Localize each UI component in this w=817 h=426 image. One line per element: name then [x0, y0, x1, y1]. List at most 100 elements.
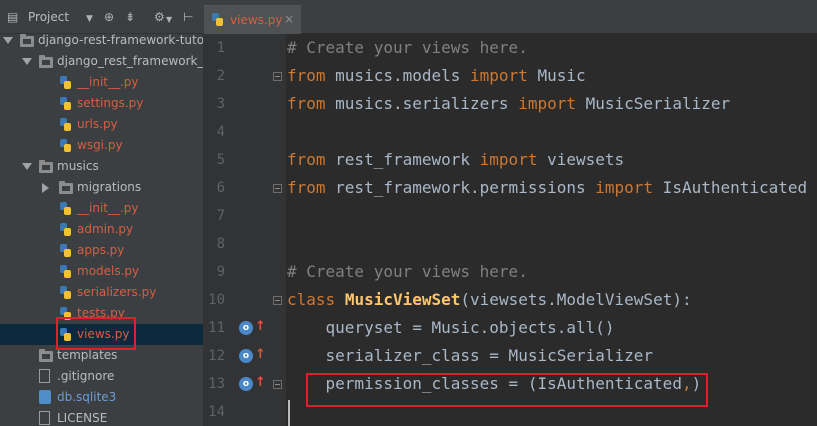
code-token: from — [287, 94, 326, 113]
collapse-arrow-icon[interactable] — [42, 183, 49, 193]
project-view-title[interactable]: Project — [28, 9, 69, 25]
code-line[interactable]: from rest_framework import viewsets — [287, 146, 624, 174]
tree-item-label: migrations — [77, 180, 142, 194]
tree-item-label: urls.py — [77, 117, 118, 131]
python-file-icon — [59, 243, 72, 258]
project-panel: ▤ Project ▼ ⊕ ⇟ ⚙ ▼ ⊢ django-rest-framew… — [0, 0, 203, 426]
tree-item-init-py[interactable]: __init__.py — [0, 198, 203, 219]
line-number: 6 — [216, 180, 225, 196]
python-file-icon — [59, 117, 72, 132]
database-file-icon — [39, 390, 51, 404]
code-line[interactable]: from rest_framework.permissions import I… — [287, 174, 807, 202]
code-line[interactable]: serializer_class = MusicSerializer — [287, 342, 654, 370]
tree-item-musics[interactable]: musics — [0, 156, 203, 177]
project-toolbar: ▤ Project ▼ ⊕ ⇟ ⚙ ▼ ⊢ — [0, 0, 203, 34]
fold-marker-icon[interactable] — [273, 296, 282, 305]
code-line[interactable]: queryset = Music.objects.all() — [287, 314, 615, 342]
code-token: Music — [527, 66, 586, 85]
code-token: viewsets — [537, 150, 625, 169]
override-arrow-icon[interactable]: ↑ — [255, 348, 266, 362]
tree-item-admin-py[interactable]: admin.py — [0, 219, 203, 240]
python-file-icon — [59, 264, 72, 279]
tree-item-gitignore[interactable]: .gitignore — [0, 366, 203, 387]
tree-item-label: serializers.py — [77, 285, 157, 299]
code-token: MusicSerializer — [575, 94, 731, 113]
tree-item-license[interactable]: LICENSE — [0, 408, 203, 426]
code-token: import — [470, 66, 528, 85]
fold-marker-icon[interactable] — [273, 184, 282, 193]
code-editor[interactable]: # Create your views here. from musics.mod… — [287, 34, 817, 426]
tab-label: views.py — [230, 13, 283, 27]
code-token: queryset = Music.objects.all() — [287, 318, 615, 337]
settings-icon[interactable]: ⚙ — [154, 9, 165, 25]
tree-item-label: .gitignore — [57, 369, 115, 383]
folder-icon — [39, 55, 53, 68]
code-token: from — [287, 178, 326, 197]
tree-item-label: __init__.py — [77, 75, 139, 89]
tree-item-label: templates — [57, 348, 118, 362]
expand-arrow-icon[interactable] — [22, 163, 32, 170]
tab-views-py[interactable]: views.py × — [204, 5, 301, 34]
tree-item-wsgi-py[interactable]: wsgi.py — [0, 135, 203, 156]
tree-item-init-py[interactable]: __init__.py — [0, 72, 203, 93]
project-view-icon[interactable]: ▤ — [7, 9, 18, 25]
tree-item-urls-py[interactable]: urls.py — [0, 114, 203, 135]
tree-item-apps-py[interactable]: apps.py — [0, 240, 203, 261]
code-token: import — [479, 150, 538, 169]
folder-icon — [39, 160, 53, 173]
tree-item-label: __init__.py — [77, 201, 139, 215]
collapse-all-icon[interactable]: ⇟ — [125, 9, 135, 25]
python-file-icon — [59, 96, 72, 111]
tree-item-db-sqlite3[interactable]: db.sqlite3 — [0, 387, 203, 408]
close-icon[interactable]: × — [284, 12, 294, 26]
folder-icon — [59, 181, 73, 194]
python-file-icon — [59, 75, 72, 90]
override-arrow-icon[interactable]: ↑ — [255, 320, 266, 334]
text-file-icon — [39, 369, 50, 383]
code-token: (viewsets.ModelViewSet): — [460, 290, 692, 309]
tree-item-models-py[interactable]: models.py — [0, 261, 203, 282]
dropdown-caret-icon[interactable]: ▼ — [86, 11, 93, 27]
code-token: IsAuthenticated — [653, 178, 808, 197]
code-token: musics.serializers — [325, 94, 519, 113]
code-line[interactable]: # Create your views here. — [287, 34, 528, 62]
python-file-icon — [59, 201, 72, 216]
code-line[interactable]: # Create your views here. — [287, 258, 528, 286]
code-token: rest_framework.permissions — [325, 178, 596, 197]
override-arrow-icon[interactable]: ↑ — [255, 376, 266, 390]
target-icon[interactable]: ⊕ — [104, 9, 114, 25]
tree-item-migrations[interactable]: migrations — [0, 177, 203, 198]
tree-item-label: LICENSE — [57, 411, 108, 425]
tree-item-label: wsgi.py — [77, 138, 123, 152]
line-number: 2 — [216, 68, 225, 84]
code-token: from — [287, 150, 326, 169]
tree-item-serializers-py[interactable]: serializers.py — [0, 282, 203, 303]
line-number: 3 — [216, 96, 225, 112]
code-token: class — [287, 290, 336, 309]
code-token: MusicViewSet — [344, 290, 461, 309]
override-marker-icon[interactable]: o — [239, 377, 253, 391]
override-marker-icon[interactable]: o — [239, 321, 253, 335]
code-token: musics.models — [325, 66, 471, 85]
expand-arrow-icon[interactable] — [3, 37, 13, 44]
hide-panel-icon[interactable]: ⊢ — [183, 9, 193, 25]
tree-item-django-rest-framework-tutor[interactable]: django-rest-framework-tutor — [0, 30, 203, 51]
highlight-box-permission-classes — [306, 373, 708, 407]
tree-item-label: admin.py — [77, 222, 134, 236]
tree-item-django-rest-framework-tutorial[interactable]: django_rest_framework_tutorial — [0, 51, 203, 72]
tree-item-label: settings.py — [77, 96, 144, 110]
fold-marker-icon[interactable] — [273, 380, 282, 389]
fold-marker-icon[interactable] — [273, 72, 282, 81]
python-file-icon — [59, 222, 72, 237]
code-token: # Create your views here. — [287, 262, 528, 281]
expand-arrow-icon[interactable] — [22, 58, 32, 65]
line-number: 14 — [208, 404, 225, 420]
tree-item-settings-py[interactable]: settings.py — [0, 93, 203, 114]
folder-icon — [20, 34, 34, 47]
line-number: 7 — [216, 208, 225, 224]
code-line[interactable]: class MusicViewSet(viewsets.ModelViewSet… — [287, 286, 692, 314]
override-marker-icon[interactable]: o — [239, 349, 253, 363]
settings-caret-icon[interactable]: ▼ — [166, 12, 172, 28]
code-line[interactable]: from musics.serializers import MusicSeri… — [287, 90, 730, 118]
code-line[interactable]: from musics.models import Music — [287, 62, 586, 90]
